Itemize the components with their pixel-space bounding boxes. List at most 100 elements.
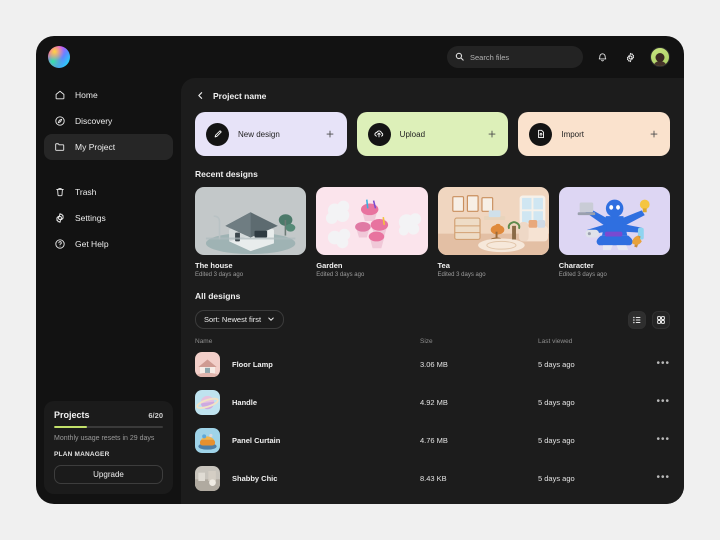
all-designs-title: All designs xyxy=(195,291,241,301)
app-logo-icon[interactable] xyxy=(48,46,70,68)
app-window: Home Discovery My Project xyxy=(36,36,684,504)
row-last-viewed: 5 days ago xyxy=(538,435,575,445)
thumbnail-planet-sphere xyxy=(195,389,220,415)
row-size: 3.06 MB xyxy=(420,359,448,369)
column-header-last-viewed: Last viewed xyxy=(538,338,573,345)
thumbnail-pink-cupcakes xyxy=(316,187,428,255)
sidebar-item-home[interactable]: Home xyxy=(44,82,173,108)
sidebar-item-label: Home xyxy=(75,90,98,100)
recent-card-name: Character xyxy=(558,261,594,270)
plus-icon[interactable] xyxy=(648,129,659,140)
recent-card-name: Garden xyxy=(316,261,343,270)
upload-card[interactable]: Upload xyxy=(356,112,509,156)
recent-card-meta: Edited 3 days ago xyxy=(437,272,486,278)
more-options-icon[interactable]: ••• xyxy=(648,473,670,483)
recent-card-name: Tea xyxy=(437,261,450,270)
chevron-left-icon[interactable] xyxy=(195,90,206,101)
recent-card[interactable]: Garden Edited 3 days ago xyxy=(316,187,428,278)
row-name: Handle xyxy=(232,397,258,407)
search-input[interactable] xyxy=(470,52,575,62)
plan-usage-card: Projects 6/20 Monthly usage resets in 29… xyxy=(44,400,173,494)
sidebar-item-my-project[interactable]: My Project xyxy=(44,134,173,160)
row-name-cell: Shabby Chic xyxy=(195,465,420,491)
sidebar-item-label: My Project xyxy=(75,142,116,152)
sort-dropdown-label: Sort: Newest first xyxy=(204,315,262,324)
sidebar-item-label: Discovery xyxy=(75,116,113,126)
plan-reset-text: Monthly usage resets in 29 days xyxy=(54,435,155,442)
more-options-icon[interactable]: ••• xyxy=(648,435,670,445)
sidebar-item-settings[interactable]: Settings xyxy=(44,205,173,231)
sort-dropdown[interactable]: Sort: Newest first xyxy=(195,310,285,329)
sidebar-divider-space xyxy=(44,160,173,179)
thumbnail-pink-house xyxy=(195,351,220,377)
body-row: Home Discovery My Project Trash Settings… xyxy=(36,78,684,504)
recent-card-meta: Edited 3 days ago xyxy=(195,272,244,278)
plan-header: Projects 6/20 xyxy=(54,410,163,420)
table-header: Name Size Last viewed xyxy=(195,338,670,345)
file-import-icon xyxy=(529,122,553,146)
main-panel: Project name New design Upload Import Re… xyxy=(181,78,684,504)
upgrade-button[interactable]: Upgrade xyxy=(54,465,163,484)
more-options-icon[interactable]: ••• xyxy=(648,359,670,369)
topbar-actions xyxy=(447,46,670,68)
action-label: Upload xyxy=(399,129,426,139)
help-circle-icon xyxy=(53,238,66,251)
user-avatar[interactable] xyxy=(650,47,670,67)
thumbnail-orange-object xyxy=(195,427,220,453)
compass-icon xyxy=(53,115,66,128)
home-icon xyxy=(53,89,66,102)
all-designs-toolbar: Sort: Newest first xyxy=(195,310,670,329)
plus-icon[interactable] xyxy=(486,129,497,140)
table-row[interactable]: Shabby Chic 8.43 KB 5 days ago ••• xyxy=(195,459,670,497)
action-label: New design xyxy=(238,129,280,139)
chevron-down-icon xyxy=(267,315,275,325)
import-card[interactable]: Import xyxy=(518,112,671,156)
thumbnail-shabby-scene xyxy=(195,465,220,491)
recent-designs-list: The house Edited 3 days ago Garden Edite… xyxy=(195,187,670,278)
plus-icon[interactable] xyxy=(325,129,336,140)
new-design-card[interactable]: New design xyxy=(195,112,347,156)
page-title: Project name xyxy=(213,90,267,101)
action-cards: New design Upload Import xyxy=(195,112,671,156)
recent-card-name: The house xyxy=(195,261,233,270)
sidebar-item-label: Settings xyxy=(75,213,106,223)
row-name: Floor Lamp xyxy=(232,359,273,369)
row-size: 4.76 MB xyxy=(420,435,448,445)
table-row[interactable]: Panel Curtain 4.76 MB 5 days ago ••• xyxy=(195,421,670,459)
plan-progress-fill xyxy=(54,425,87,428)
notifications-bell-icon[interactable] xyxy=(594,49,611,66)
search-icon xyxy=(455,48,464,66)
recent-card[interactable]: The house Edited 3 days ago xyxy=(195,187,307,278)
sidebar-item-label: Trash xyxy=(75,187,97,197)
sidebar-item-label: Get Help xyxy=(75,239,109,249)
row-size: 4.92 MB xyxy=(420,397,448,407)
plan-title: Projects xyxy=(54,409,90,420)
row-name-cell: Panel Curtain xyxy=(195,427,420,453)
table-row[interactable]: Floor Lamp 3.06 MB 5 days ago ••• xyxy=(195,345,670,383)
sidebar-item-trash[interactable]: Trash xyxy=(44,179,173,205)
table-row[interactable]: Handle 4.92 MB 5 days ago ••• xyxy=(195,383,670,421)
pen-icon xyxy=(206,122,229,146)
recent-card[interactable]: Tea Edited 3 days ago xyxy=(437,187,549,278)
recent-card[interactable]: Character Edited 3 days ago xyxy=(558,187,670,278)
row-name: Panel Curtain xyxy=(232,435,281,445)
list-view-icon[interactable] xyxy=(628,310,646,329)
sidebar-item-discovery[interactable]: Discovery xyxy=(44,108,173,134)
recent-card-meta: Edited 3 days ago xyxy=(316,272,365,278)
settings-gear-icon[interactable] xyxy=(622,49,639,66)
plan-manager-label: PLAN MANAGER xyxy=(54,451,110,458)
row-name: Shabby Chic xyxy=(232,473,278,483)
plan-project-count: 6/20 xyxy=(148,410,163,420)
sidebar: Home Discovery My Project Trash Settings… xyxy=(36,78,181,504)
grid-view-icon[interactable] xyxy=(652,310,670,329)
more-options-icon[interactable]: ••• xyxy=(648,397,670,407)
row-name-cell: Handle xyxy=(195,389,420,415)
row-size: 8.43 KB xyxy=(420,473,447,483)
sidebar-item-get-help[interactable]: Get Help xyxy=(44,231,173,257)
folder-icon xyxy=(53,141,66,154)
thumbnail-blue-character xyxy=(558,187,670,255)
row-last-viewed: 5 days ago xyxy=(538,359,575,369)
search-box[interactable] xyxy=(447,46,583,68)
view-toggle-group xyxy=(628,310,670,329)
